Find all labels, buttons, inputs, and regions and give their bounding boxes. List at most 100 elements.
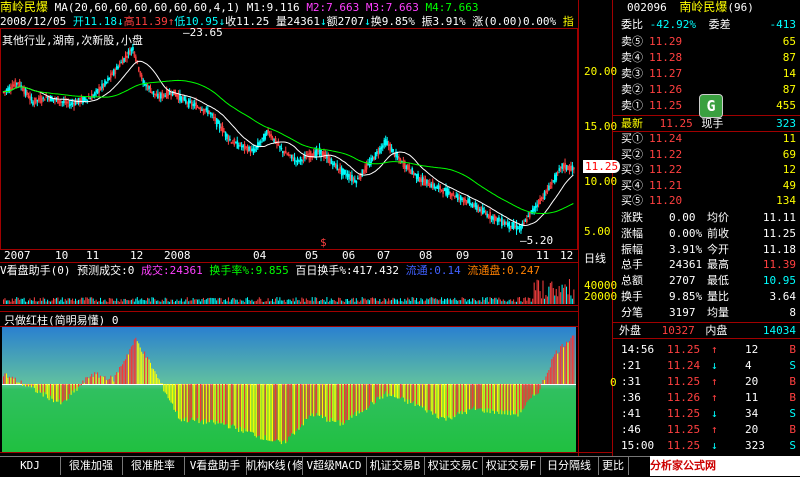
tab-2[interactable]: 很准胜率 [122, 457, 185, 475]
indicator-title[interactable]: 只做红柱(简明易懂) 0 [4, 312, 119, 328]
tab-1[interactable]: 很准加强 [60, 457, 123, 475]
volume-bar [229, 302, 230, 304]
indicator-bar [459, 384, 460, 414]
indicator-bar [196, 384, 197, 420]
tick-time: :41 [621, 406, 641, 421]
volume-bar [129, 300, 130, 304]
volume-bar [310, 301, 311, 304]
volume-bar [341, 301, 342, 304]
bid-row: 买②11.2269 [613, 147, 800, 162]
tab-0[interactable]: KDJ [0, 457, 61, 475]
volume-bar [107, 302, 108, 304]
indicator-bar [275, 384, 276, 441]
volume-bar [160, 302, 161, 304]
indicator-bar [572, 336, 573, 384]
volume-bar [466, 302, 467, 304]
indicator-bar [278, 384, 279, 440]
candle-body [391, 148, 392, 152]
indicator-bar [557, 354, 558, 384]
stat-label: 振幅 [621, 242, 643, 257]
candle-body [351, 175, 352, 181]
indicator-bar [501, 384, 502, 414]
volume-bar [340, 298, 341, 304]
tab-10[interactable]: 更比 [598, 457, 629, 475]
candle-body [16, 83, 17, 84]
volume-bar [138, 300, 139, 304]
volume-bar [526, 301, 527, 304]
indicator-bar [366, 384, 367, 410]
volume-bar [122, 301, 123, 304]
volume-bar [279, 297, 280, 304]
stat-value-2: 11.18 [763, 242, 796, 257]
liutongpan-value: 流通盘:0.247 [467, 264, 540, 277]
indicator-bar [385, 384, 386, 391]
indicator-bar [415, 384, 416, 406]
indicator-bar [99, 378, 100, 384]
stat-label-2: 最高 [707, 257, 729, 272]
volume-bar [301, 298, 302, 304]
volume-title[interactable]: V看盘助手(0) [0, 264, 71, 277]
indicator-bar [57, 384, 58, 402]
candle-body [226, 134, 227, 138]
indicator-bar [304, 384, 305, 419]
tick-side: B [789, 374, 796, 389]
indicator-bar [565, 346, 566, 384]
tab-9[interactable]: 日分隔线 [540, 457, 599, 475]
tab-7[interactable]: 权证交易C [424, 457, 483, 475]
indicator-bar [77, 384, 78, 391]
indicator-bar [553, 357, 554, 384]
volume-bar [437, 299, 438, 304]
indicator-bar [175, 384, 176, 412]
tab-4[interactable]: 机构K线(修 [246, 457, 303, 475]
volume-bar [395, 300, 396, 304]
quote-panel: 002096 南岭民爆(96) 委比 -42.92% 委差 -413 卖⑤11.… [613, 0, 800, 456]
volume-bar [13, 301, 14, 304]
volume-bar [101, 302, 102, 304]
candle-body [528, 216, 529, 217]
volume-bar [534, 283, 535, 304]
volume-bar [291, 301, 292, 304]
volume-bar [548, 287, 549, 304]
indicator-bar [279, 384, 280, 442]
candle-body [153, 91, 154, 95]
bid-label: 买① [621, 131, 643, 146]
volume-bar [551, 282, 552, 304]
stock-suffix: (96) [727, 1, 754, 14]
volume-bar [134, 302, 135, 304]
candle-body [357, 178, 358, 179]
indicator-bar [548, 370, 549, 384]
ask-price: 11.28 [649, 50, 682, 65]
volume-bar [10, 302, 11, 304]
indicator-bar [503, 384, 504, 411]
volume-bar [412, 297, 413, 304]
candle-body [384, 140, 385, 145]
tick-arrow: ↑ [711, 390, 718, 405]
indicator-bar [16, 382, 17, 384]
indicator-bar [271, 384, 272, 441]
volume-bar [567, 294, 568, 304]
volume-bar [407, 298, 408, 304]
candle-body [509, 222, 510, 229]
tab-8[interactable]: 权证交易F [482, 457, 541, 475]
candle-body [259, 143, 260, 146]
volume-bar [128, 300, 129, 304]
volume-bar [52, 301, 53, 304]
indicator-bar [560, 346, 561, 384]
candle-body [382, 146, 383, 148]
ask-volume: 455 [776, 98, 796, 113]
indicator-bar [312, 384, 313, 413]
period-label[interactable]: 日线 [584, 250, 606, 266]
tab-3[interactable]: V看盘助手 [184, 457, 247, 475]
volume-bar [516, 302, 517, 304]
indicator-bar [351, 384, 352, 418]
indicator-bar [81, 384, 82, 385]
tab-5[interactable]: V超级MACD [302, 457, 367, 475]
tab-6[interactable]: 机证交易B [366, 457, 425, 475]
indicator-bar [569, 341, 570, 384]
indicator-bar [241, 384, 242, 431]
candle-body [282, 151, 283, 153]
volume-bar [68, 298, 69, 304]
dividend-marker[interactable]: $ [320, 236, 327, 249]
volume-bar [316, 298, 317, 304]
tick-side: S [789, 438, 796, 453]
